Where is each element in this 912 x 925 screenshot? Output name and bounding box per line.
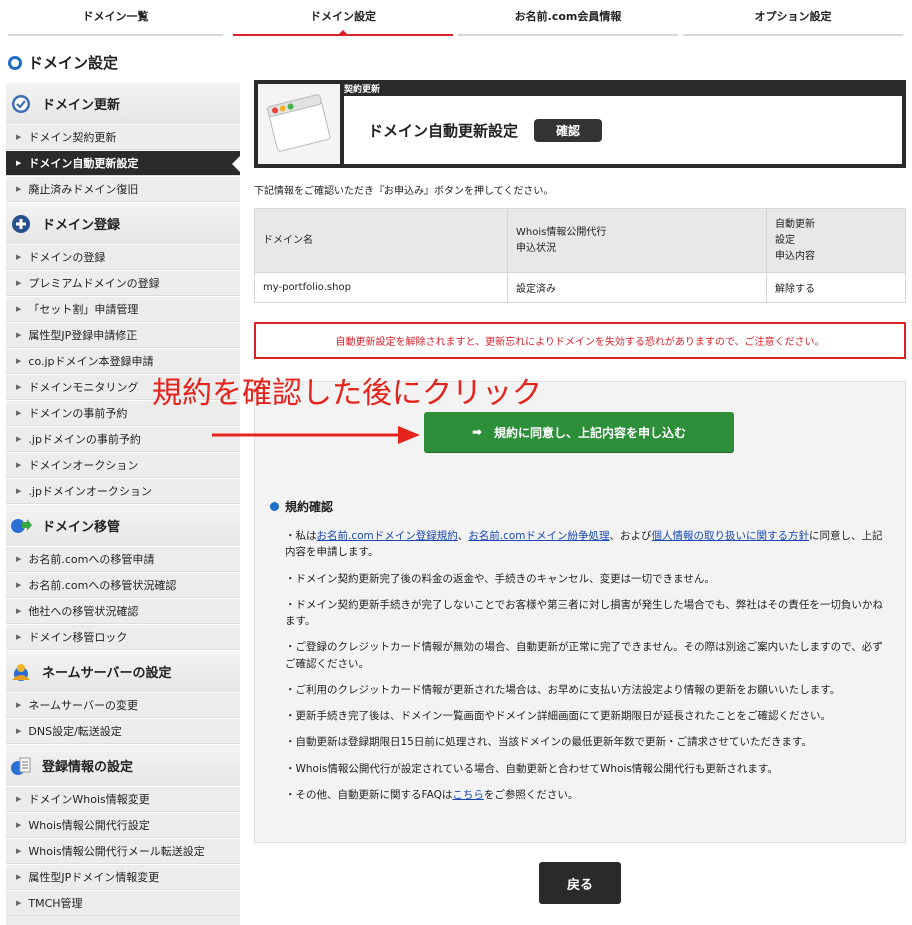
bullet-icon bbox=[270, 502, 279, 511]
annotation-arrow-icon bbox=[212, 426, 420, 444]
header-panel: ドメイン自動更新設定 確認 bbox=[344, 96, 902, 164]
tab-option-settings[interactable]: オプション設定 bbox=[683, 0, 903, 36]
sidebar-item-contract-renewal[interactable]: ▶ ドメイン契約更新 bbox=[6, 124, 240, 150]
user-globe-icon bbox=[10, 661, 32, 683]
sidebar: ドメイン更新 ▶ ドメイン契約更新 ▶ ドメイン自動更新設定 ▶ 廃止済みドメイン復旧… bbox=[6, 82, 240, 925]
check-circle-icon bbox=[10, 93, 32, 115]
sidebar-item-premium[interactable]: ▶ プレミアムドメインの登録 bbox=[6, 270, 240, 296]
sidebar-section-transfer: ドメイン移管 bbox=[6, 504, 240, 546]
top-navigation: ドメイン一覧 ドメイン設定 お名前.com会員情報 オプション設定 bbox=[0, 0, 912, 38]
link-faq[interactable]: こちら bbox=[452, 789, 484, 801]
domain-info-table: ドメイン名 Whois情報公開代行 申込状況 自動更新 設定 申込内容 my-p… bbox=[254, 208, 906, 303]
sidebar-item-transfer-lock[interactable]: ▶ ドメイン移管ロック bbox=[6, 624, 240, 650]
terms-item: ・ご登録のクレジットカード情報が無効の場合、自動更新が正常に完了できません。その… bbox=[285, 641, 883, 670]
terms-item: ・更新手続き完了後は、ドメイン一覧画面やドメイン詳細画面にて更新期限日が延長され… bbox=[285, 710, 831, 723]
sidebar-section-registration: ドメイン登録 bbox=[6, 202, 240, 244]
table-header-domain: ドメイン名 bbox=[254, 208, 508, 273]
terms-item: ・Whois情報公開代行が設定されている場合、自動更新と合わせてWhois情報公… bbox=[285, 762, 778, 775]
document-globe-icon bbox=[10, 755, 32, 777]
plus-circle-icon bbox=[10, 213, 32, 235]
terms-title: 規約確認 bbox=[270, 498, 333, 515]
sidebar-item-jp-fix[interactable]: ▶ 属性型JP登録申請修正 bbox=[6, 322, 240, 348]
annotation-text: 規約を確認した後にクリック bbox=[152, 376, 542, 411]
contract-renewal-header: 契約更新 ドメイン自動更新設定 確認 bbox=[254, 80, 906, 168]
back-button[interactable]: 戻る bbox=[539, 862, 621, 904]
sidebar-item-transfer-out[interactable]: ▶ 他社への移管状況確認 bbox=[6, 598, 240, 624]
arrow-right-icon: ➡ bbox=[471, 425, 483, 439]
header-title: ドメイン自動更新設定 bbox=[368, 121, 519, 140]
terms-item: ・自動更新は登録期限日15日前に処理され、当該ドメインの最低更新年数で更新・ご請… bbox=[285, 736, 812, 749]
table-row: my-portfolio.shop 設定済み 解除する bbox=[254, 272, 906, 303]
sidebar-item-whois-mail[interactable]: ▶ Whois情報公開代行メール転送設定 bbox=[6, 838, 240, 864]
confirm-badge: 確認 bbox=[534, 118, 603, 142]
sidebar-item-dns[interactable]: ▶ DNS設定/転送設定 bbox=[6, 718, 240, 744]
sidebar-item-transfer-in[interactable]: ▶ お名前.comへの移管申請 bbox=[6, 546, 240, 572]
header-label: 契約更新 bbox=[344, 85, 381, 95]
sidebar-section-whois: 登録情報の設定 bbox=[6, 744, 240, 786]
sidebar-item-tmch[interactable]: ▶ TMCH管理 bbox=[6, 890, 240, 916]
sidebar-item-jp-info[interactable]: ▶ 属性型JPドメイン情報変更 bbox=[6, 864, 240, 890]
sidebar-item-transfer-status[interactable]: ▶ お名前.comへの移管状況確認 bbox=[6, 572, 240, 598]
instruction-text: 下記情報をご確認いただき『お申込み』ボタンを押してください。 bbox=[254, 186, 554, 197]
sidebar-item-set-discount[interactable]: ▶ 「セット割」申請管理 bbox=[6, 296, 240, 322]
tab-member-info[interactable]: お名前.com会員情報 bbox=[458, 0, 678, 36]
cell-whois-status: 設定済み bbox=[507, 272, 767, 303]
sidebar-item-auto-renewal[interactable]: ▶ ドメイン自動更新設定 bbox=[6, 150, 240, 176]
browser-window-icon bbox=[258, 84, 340, 164]
sidebar-item-whois-proxy[interactable]: ▶ Whois情報公開代行設定 bbox=[6, 812, 240, 838]
sidebar-item-ns-change[interactable]: ▶ ネームサーバーの変更 bbox=[6, 692, 240, 718]
sidebar-section-nameserver: ネームサーバーの設定 bbox=[6, 650, 240, 692]
cell-auto-renew: 解除する bbox=[766, 272, 906, 303]
sidebar-item-register[interactable]: ▶ ドメインの登録 bbox=[6, 244, 240, 270]
terms-item: ・ドメイン契約更新手続きが完了しないことでお客様や第三者に対し損害が発生した場合… bbox=[285, 598, 883, 628]
title-bullet-icon bbox=[8, 55, 22, 70]
sidebar-section-renewal: ドメイン更新 bbox=[6, 82, 240, 124]
terms-item: ・その他、自動更新に関するFAQはこちらをご参照ください。 bbox=[285, 788, 579, 801]
terms-list: ・私はお名前.comドメイン登録規約、お名前.comドメイン紛争処理、および個人… bbox=[285, 528, 889, 813]
sidebar-item-jp-auction[interactable]: ▶ .jpドメインオークション bbox=[6, 478, 240, 504]
terms-item: ・ドメイン契約更新完了後の料金の返金や、手続きのキャンセル、変更は一切できません… bbox=[285, 572, 715, 585]
globe-arrow-icon bbox=[10, 515, 32, 537]
sidebar-item-auction[interactable]: ▶ ドメインオークション bbox=[6, 452, 240, 478]
link-privacy-policy[interactable]: 個人情報の取り扱いに関する方針 bbox=[652, 530, 810, 542]
warning-message: 自動更新設定を解除されますと、更新忘れによりドメインを失効する恐れがありますので… bbox=[254, 322, 906, 359]
sidebar-item-restore[interactable]: ▶ 廃止済みドメイン復旧 bbox=[6, 176, 240, 202]
link-registration-terms[interactable]: お名前.comドメイン登録規約 bbox=[317, 530, 458, 542]
table-header-whois: Whois情報公開代行 申込状況 bbox=[507, 208, 767, 273]
tab-domain-settings[interactable]: ドメイン設定 bbox=[233, 0, 453, 36]
cell-domain-name: my-portfolio.shop bbox=[254, 272, 508, 303]
table-header-auto-renew: 自動更新 設定 申込内容 bbox=[766, 208, 906, 273]
terms-item: ・私はお名前.comドメイン登録規約、お名前.comドメイン紛争処理、および個人… bbox=[285, 530, 883, 559]
sidebar-item-whois-change[interactable]: ▶ ドメインWhois情報変更 bbox=[6, 786, 240, 812]
link-dispute-policy[interactable]: お名前.comドメイン紛争処理 bbox=[468, 530, 609, 542]
tab-domain-list[interactable]: ドメイン一覧 bbox=[8, 0, 223, 36]
active-tab-caret bbox=[337, 30, 349, 36]
sidebar-item-jp-preorder[interactable]: ▶ .jpドメインの事前予約 bbox=[6, 426, 240, 452]
page-title: ドメイン設定 bbox=[8, 52, 118, 73]
terms-item: ・ご利用のクレジットカード情報が更新された場合は、お早めに支払い方法設定より情報… bbox=[285, 683, 841, 696]
agree-submit-button[interactable]: ➡ 規約に同意し、上記内容を申し込む bbox=[424, 412, 734, 452]
